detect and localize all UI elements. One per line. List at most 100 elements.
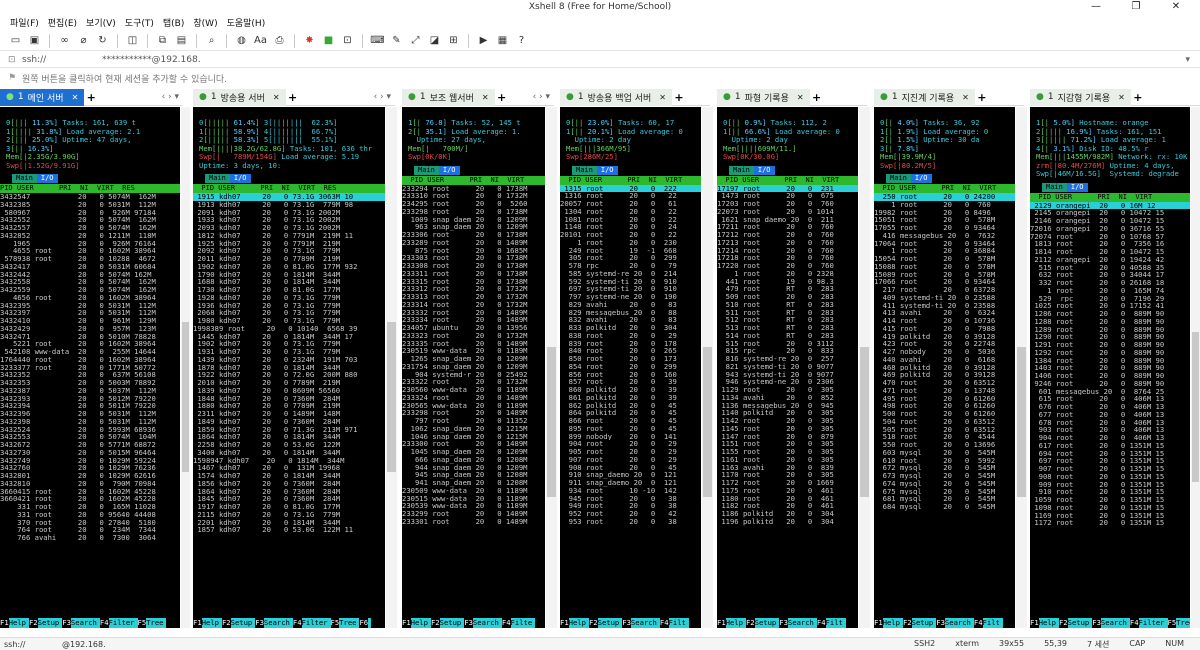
fkey-f2[interactable]: F2 <box>430 618 440 628</box>
process-row[interactable]: 3432398 20 0 5031M 112M <box>0 418 180 426</box>
process-row[interactable]: 1148 root 20 0 24 <box>560 223 701 231</box>
process-row[interactable]: 3432547 20 0 5074M 162M <box>0 193 180 201</box>
process-row[interactable]: 694 root 20 0 1351M 15 <box>1030 450 1190 458</box>
fkey-f3[interactable]: F3 <box>1092 618 1101 628</box>
status-sessions[interactable]: 7 세션 <box>1087 639 1109 650</box>
process-row[interactable]: 1922 kdh07 20 0 72.0G 200M 880 <box>193 371 385 379</box>
process-row[interactable]: 3432553 20 0 5074M 104M <box>0 433 180 441</box>
process-row[interactable]: 1045 snap_daem 20 0 1209M <box>402 448 545 456</box>
process-row[interactable]: 15089 root 20 0 578M <box>874 271 1015 279</box>
process-row[interactable]: 1406 root 20 0 889M 90 <box>1030 372 1190 380</box>
globe-icon[interactable]: ◍ <box>234 33 249 48</box>
process-column-header[interactable]: PID USER PRI NI VIRT <box>402 175 545 185</box>
process-row[interactable]: 2258 kdh07 20 0 53.0G 122M <box>193 441 385 449</box>
fkey-f1[interactable]: F1 <box>717 618 726 628</box>
process-row[interactable]: 470 root 20 0 63512 <box>874 379 1015 387</box>
process-row[interactable]: 615 root 20 0 406M 13 <box>1030 395 1190 403</box>
process-row[interactable]: 230565 www-data 20 0 1189M <box>402 402 545 410</box>
process-row[interactable]: 17214 root 20 0 760 <box>717 247 858 255</box>
process-row[interactable]: 1878 kdh07 20 0 1814M 344M <box>193 364 385 372</box>
fkey-label[interactable]: Help <box>882 618 903 628</box>
process-row[interactable]: 3432801 20 0 1029M 62616 <box>0 472 180 480</box>
process-row[interactable]: 943 systemd-ti 20 0 9077 <box>717 371 858 379</box>
fkey-label[interactable]: Filte <box>510 618 536 628</box>
process-row[interactable]: 829 messagebus 20 0 88 <box>560 309 701 317</box>
process-row[interactable]: 1864 kdh07 20 0 7360M 284M <box>193 488 385 496</box>
process-row[interactable]: 230519 www-data 20 0 1189M <box>402 347 545 355</box>
process-row[interactable]: 233298 root 20 0 1489M <box>402 409 545 417</box>
process-row[interactable]: 468 polkitd 20 0 39128 <box>874 364 1015 372</box>
process-column-header[interactable]: PID USER PRI NI VIRT RES <box>0 184 180 193</box>
htop-tab-main[interactable]: Main <box>1042 182 1067 192</box>
process-row[interactable]: 945 root 20 0 38 <box>560 495 701 503</box>
process-row[interactable]: 895 root 20 0 45 <box>560 425 701 433</box>
process-row[interactable]: 1136 messagebus 20 0 945 <box>717 402 858 410</box>
fkey-label[interactable]: Filt <box>982 618 1003 628</box>
process-row[interactable]: 1467 kdh07 20 0 131M 19968 <box>193 464 385 472</box>
process-row[interactable]: 578 rpc 20 0 79 <box>560 262 701 270</box>
process-row[interactable]: 904 root 20 0 406M 13 <box>1030 434 1190 442</box>
link-icon[interactable]: ∞ <box>57 33 72 48</box>
copy-icon[interactable]: ⧉ <box>155 33 170 48</box>
process-row[interactable]: 233315 root 20 0 1738M <box>402 278 545 286</box>
scrollbar[interactable] <box>702 107 713 628</box>
process-row[interactable]: 370 root 20 0 27840 5180 <box>0 519 180 527</box>
process-row[interactable]: 17213 root 20 0 760 <box>717 239 858 247</box>
fkey-label[interactable]: Setup <box>911 618 937 628</box>
process-row[interactable]: 17064 root 20 0 93464 <box>874 240 1015 248</box>
process-row[interactable]: 675 mysql 20 0 545M <box>874 488 1015 496</box>
process-row[interactable]: 17066 root 20 0 93464 <box>874 278 1015 286</box>
fkey-f1[interactable]: F1 <box>0 618 9 628</box>
process-row[interactable]: 3432749 20 0 1029M 59224 <box>0 457 180 465</box>
terminal-main-server[interactable]: 0[||| 11.3%] Tasks: 161, 639 t 1[|||| 31.… <box>0 107 180 628</box>
tabs-icon[interactable]: ▦ <box>495 33 510 48</box>
address-go-icon[interactable]: ▾ <box>1185 52 1190 68</box>
process-row[interactable]: 673 mysql 20 0 545M <box>874 472 1015 480</box>
scrollbar-thumb[interactable] <box>387 322 396 472</box>
process-row[interactable]: 766 avahi 20 0 7300 3064 <box>0 534 180 542</box>
fkey-f4[interactable]: F4 <box>99 618 109 628</box>
process-row[interactable]: 1151 root 20 0 305 <box>717 440 858 448</box>
process-row[interactable]: 233332 root 20 0 1489M <box>402 309 545 317</box>
process-row[interactable]: 1180 root 20 0 461 <box>717 495 858 503</box>
process-row[interactable]: 3432810 20 0 790M 70984 <box>0 480 180 488</box>
menu-edit[interactable]: 편집(E) <box>48 16 77 29</box>
process-row[interactable]: 904 systemd-r 20 0 25492 <box>402 371 545 379</box>
scrollbar[interactable] <box>181 107 190 628</box>
process-row[interactable]: 3432557 20 0 5074M 162M <box>0 224 180 232</box>
process-row[interactable]: 2311 kdh07 20 0 1489M 148M <box>193 410 385 418</box>
process-row[interactable]: 1196 polkitd 20 0 304 <box>717 518 858 526</box>
add-tab-button[interactable]: + <box>84 91 98 104</box>
tab-waveform-recorder[interactable]: ● 1 파형 기록용 ✕ <box>717 88 810 106</box>
process-row[interactable]: 1142 root 20 0 305 <box>717 417 858 425</box>
process-row[interactable]: 949 root 20 0 38 <box>560 502 701 510</box>
process-row[interactable]: 441 root 19 0 98.3 <box>717 278 858 286</box>
scrollbar[interactable] <box>546 107 557 628</box>
lock-icon[interactable]: ⊡ <box>340 33 355 48</box>
process-row[interactable]: 1928 kdh07 20 0 73.1G 779M <box>193 294 385 302</box>
menu-tools[interactable]: 도구(T) <box>125 16 154 29</box>
process-row[interactable]: 529 _rpc 20 0 7196 29 <box>1030 295 1190 303</box>
process-row[interactable]: 1182 root 20 0 461 <box>717 502 858 510</box>
scrollbar[interactable] <box>386 107 397 628</box>
process-row[interactable]: 3432395 20 0 5031M 112M <box>0 302 180 310</box>
process-row[interactable]: 684 mysql 20 0 545M <box>874 503 1015 511</box>
process-row[interactable]: 1288 root 20 0 889M 90 <box>1030 318 1190 326</box>
process-row[interactable]: 15054 root 20 0 578M <box>874 255 1015 263</box>
fkey-f5[interactable]: F5 <box>330 618 340 628</box>
fkey-label[interactable]: Search <box>70 618 100 628</box>
process-row[interactable]: 829 avahi 20 0 83 <box>560 301 701 309</box>
minimize-button[interactable]: — <box>1076 0 1116 14</box>
process-row[interactable]: 1764440 root 20 0 1602M 38964 <box>0 356 180 364</box>
process-row[interactable]: 1790 kdh07 20 0 1814M 344M <box>193 271 385 279</box>
process-row[interactable]: 498 root 20 0 61260 <box>874 402 1015 410</box>
close-button[interactable]: ✕ <box>1156 0 1196 14</box>
fkey-f4[interactable]: F4 <box>292 618 302 628</box>
htop-tab-io[interactable]: I/O <box>438 165 460 175</box>
xftp-icon[interactable]: ✸ <box>302 33 317 48</box>
fkey-label[interactable]: Setup <box>1067 618 1093 628</box>
address-input[interactable]: ***********@192.168. <box>102 55 201 65</box>
process-row[interactable]: 953 root 20 0 38 <box>560 518 701 526</box>
terminal-broadcast-backup-server[interactable]: 0[|| 23.0%] Tasks: 60, 17 1[|| 20.1%] Loa… <box>560 107 701 628</box>
htop-tab-io[interactable]: I/O <box>229 174 251 183</box>
